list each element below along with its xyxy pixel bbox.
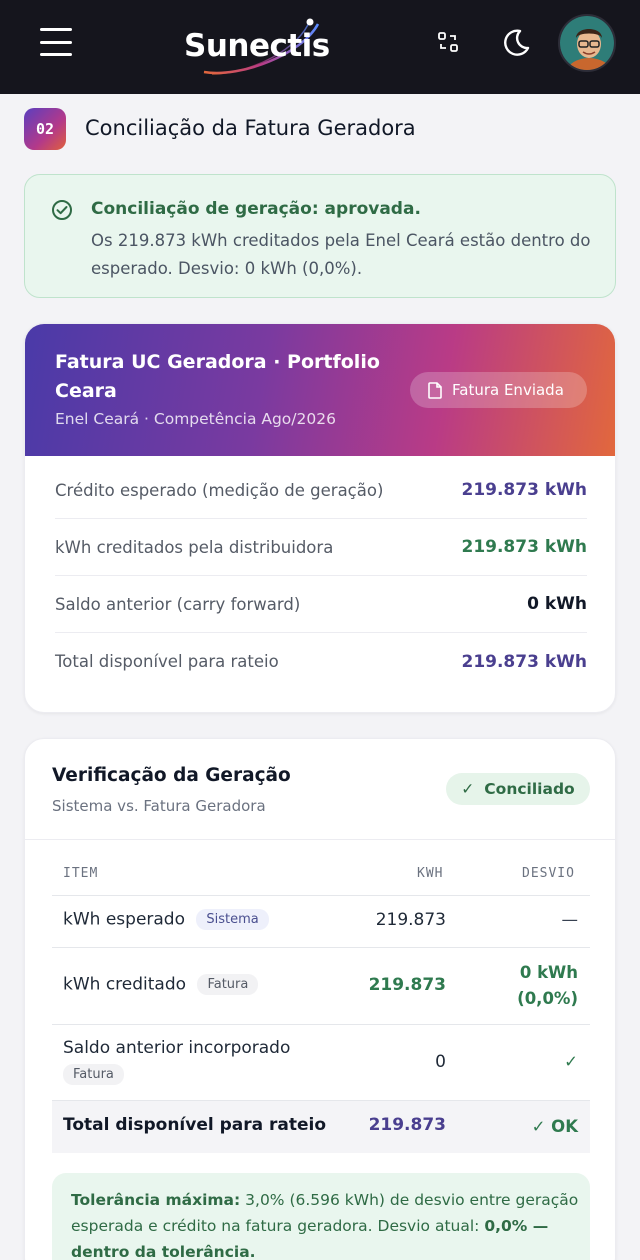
kv-label: Crédito esperado (medição de geração) <box>55 480 384 500</box>
item-label: Saldo anterior incorporado <box>63 1038 291 1058</box>
status-badge: ✓ Conciliado <box>446 773 590 805</box>
table-total-row: Total disponível para rateio 219.873 ✓ O… <box>52 1101 590 1153</box>
total-kwh: 219.873 <box>368 1115 446 1135</box>
kv-row-carry-forward: Saldo anterior (carry forward) 0 kWh <box>55 576 587 633</box>
document-icon <box>428 381 442 399</box>
tolerance-label: Tolerância máxima: <box>71 1191 241 1209</box>
check-icon: ✓ <box>564 1052 578 1071</box>
verification-card: Verificação da Geração Sistema vs. Fatur… <box>24 738 616 1260</box>
moon-icon[interactable] <box>498 24 534 60</box>
cell-item: Saldo anterior incorporado Fatura <box>63 1038 290 1085</box>
check-icon: ✓ <box>461 780 475 798</box>
logo-text: Sunectis <box>184 28 330 64</box>
approval-alert: Conciliação de geração: aprovada. Os 219… <box>24 174 616 298</box>
table-row: kWh creditado Fatura 219.873 0 kWh (0,0%… <box>52 948 590 1025</box>
kv-row-total: Total disponível para rateio 219.873 kWh <box>55 633 587 690</box>
kv-label: Total disponível para rateio <box>55 652 279 671</box>
divider <box>25 839 615 840</box>
cell-deviation: — <box>561 910 579 929</box>
alert-title: Conciliação de geração: aprovada. <box>91 199 421 219</box>
cell-deviation: 0 kWh (0,0%) <box>517 960 578 1012</box>
source-tag: Fatura <box>63 1064 124 1085</box>
kv-row-expected: Crédito esperado (medição de geração) 21… <box>55 462 587 519</box>
item-label: kWh creditado <box>63 974 187 995</box>
deviation-percent: (0,0%) <box>517 989 578 1008</box>
top-bar: Sunectis <box>0 0 640 94</box>
kv-value: 219.873 kWh <box>461 537 587 557</box>
invoice-subtitle: Enel Ceará · Competência Ago/2026 <box>55 410 336 428</box>
table-row: Saldo anterior incorporado Fatura 0 ✓ <box>52 1025 590 1101</box>
tolerance-note: Tolerância máxima: 3,0% (6.596 kWh) de d… <box>52 1173 590 1260</box>
kv-label: kWh creditados pela distribuidora <box>55 537 334 557</box>
invoice-title: Fatura UC Geradora · Portfolio Ceara <box>55 351 380 402</box>
total-label: Total disponível para rateio <box>63 1115 327 1135</box>
kv-label: Saldo anterior (carry forward) <box>55 594 301 614</box>
invoice-status-badge[interactable]: Fatura Enviada <box>410 372 587 408</box>
swap-icon[interactable] <box>434 28 462 56</box>
cell-kwh: 219.873 <box>375 910 446 930</box>
kv-value: 219.873 kWh <box>461 651 587 672</box>
column-header-kwh: KWH <box>417 865 444 881</box>
check-circle-icon <box>51 199 73 221</box>
column-header-item: ITEM <box>63 865 99 881</box>
kv-value: 0 kWh <box>527 594 587 614</box>
alert-body: Os 219.873 kWh creditados pela Enel Cear… <box>91 231 591 278</box>
kv-row-credited: kWh creditados pela distribuidora 219.87… <box>55 519 587 576</box>
source-tag: Sistema <box>196 909 269 930</box>
status-label: Conciliado <box>484 780 575 798</box>
step-badge: 02 <box>24 108 66 150</box>
deviation-kwh: 0 kWh <box>519 963 578 982</box>
verification-subtitle: Sistema vs. Fatura Geradora <box>52 797 266 815</box>
total-status: ✓ OK <box>531 1117 578 1136</box>
cell-kwh: 219.873 <box>368 975 446 995</box>
column-header-deviation: DESVIO <box>522 865 575 881</box>
page-title: Conciliação da Fatura Geradora <box>85 116 416 140</box>
verification-title: Verificação da Geração <box>52 765 291 786</box>
cell-item: kWh creditado Fatura <box>63 974 259 995</box>
table-row: kWh esperado Sistema 219.873 — <box>52 896 590 948</box>
cell-item: kWh esperado Sistema <box>63 909 269 930</box>
tolerance-text: Tolerância máxima: 3,0% (6.596 kWh) de d… <box>71 1187 581 1260</box>
menu-icon[interactable] <box>40 28 72 56</box>
invoice-card: Fatura UC Geradora · Portfolio Ceara Ene… <box>24 323 616 713</box>
source-tag: Fatura <box>197 974 259 995</box>
invoice-status-label: Fatura Enviada <box>452 381 564 399</box>
app-logo[interactable]: Sunectis <box>182 14 332 80</box>
cell-kwh: 0 <box>435 1052 446 1072</box>
main-content: 02 Conciliação da Fatura Geradora Concil… <box>0 94 640 1260</box>
avatar[interactable] <box>558 14 616 72</box>
kv-value: 219.873 kWh <box>461 480 587 500</box>
invoice-header: Fatura UC Geradora · Portfolio Ceara Ene… <box>25 324 615 456</box>
item-label: kWh esperado <box>63 909 185 930</box>
